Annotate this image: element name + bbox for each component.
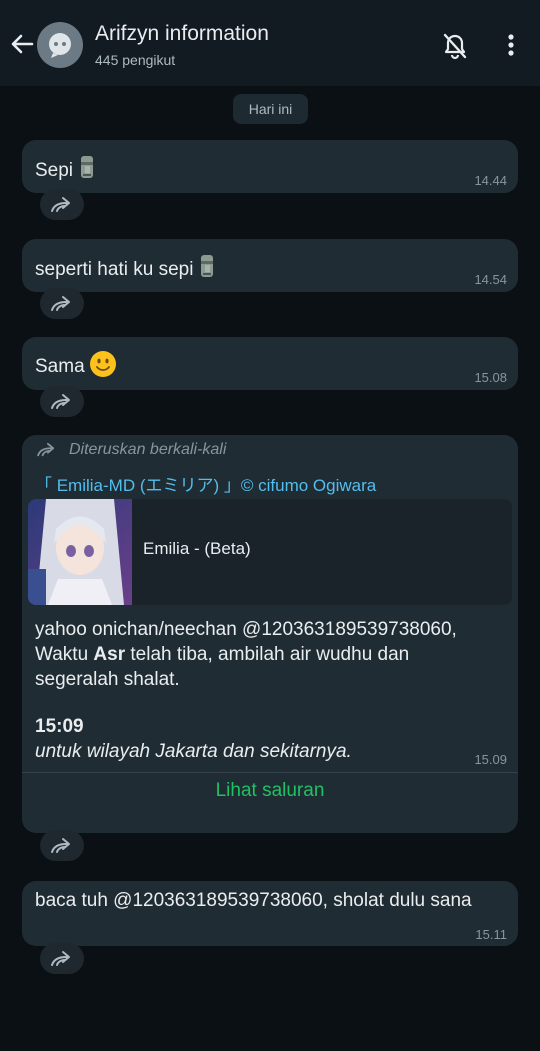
message-time: 14.54 <box>474 272 507 287</box>
divider <box>22 772 518 773</box>
date-chip: Hari ini <box>233 94 308 124</box>
channel-title[interactable]: Arifzyn information <box>95 22 269 46</box>
chat-header: Arifzyn information 445 pengikut <box>0 0 540 86</box>
message-time: 15.08 <box>474 370 507 385</box>
message-body: yahoo onichan/neechan @12036318953973806… <box>35 619 457 762</box>
preview-thumbnail <box>28 499 132 605</box>
message-bubble[interactable]: seperti hati ku sepi 14.54 <box>22 239 518 292</box>
forward-button[interactable] <box>40 288 84 319</box>
channel-avatar-icon <box>49 33 71 58</box>
more-options-icon[interactable] <box>500 30 522 60</box>
message-text: Sepi <box>35 154 97 183</box>
message-text: seperti hati ku sepi <box>35 253 217 282</box>
message-time: 14.44 <box>474 173 507 188</box>
moai-icon <box>81 156 94 178</box>
forward-arrow-icon <box>51 295 70 311</box>
forwarded-label: Diteruskan berkali-kali <box>35 441 226 459</box>
forward-arrow-icon <box>51 837 70 853</box>
smiling-face-icon <box>89 351 116 377</box>
notifications-off-icon[interactable] <box>440 31 470 61</box>
forward-arrow-icon <box>51 950 70 966</box>
follower-count: 445 pengikut <box>95 52 176 68</box>
avatar[interactable] <box>37 22 83 68</box>
forwarded-message-bubble[interactable]: Diteruskan berkali-kali 「 Emilia-MD (エミリ… <box>22 435 518 833</box>
moai-icon <box>201 255 214 277</box>
forward-button[interactable] <box>40 830 84 861</box>
forward-button[interactable] <box>40 386 84 417</box>
message-text: baca tuh @120363189539738060, sholat dul… <box>35 890 472 911</box>
message-bubble[interactable]: baca tuh @120363189539738060, sholat dul… <box>22 881 518 946</box>
forwarded-icon <box>37 442 55 457</box>
preview-title: Emilia - (Beta) <box>143 539 251 558</box>
channel-link[interactable]: 「 Emilia-MD (エミリア) 」© cifumo Ogiwara <box>35 471 376 496</box>
view-channel-button[interactable]: Lihat saluran <box>22 780 518 802</box>
message-bubble[interactable]: Sama 15.08 <box>22 337 518 390</box>
message-time: 15.09 <box>474 752 507 767</box>
forward-button[interactable] <box>40 943 84 974</box>
forward-arrow-icon <box>51 196 70 212</box>
message-text: Sama <box>35 350 117 379</box>
message-bubble[interactable]: Sepi 14.44 <box>22 140 518 193</box>
forward-button[interactable] <box>40 189 84 220</box>
forward-arrow-icon <box>51 393 70 409</box>
message-time: 15.11 <box>475 927 507 942</box>
back-arrow-icon[interactable] <box>8 30 36 58</box>
link-preview-card[interactable]: Emilia - (Beta) <box>28 499 512 605</box>
